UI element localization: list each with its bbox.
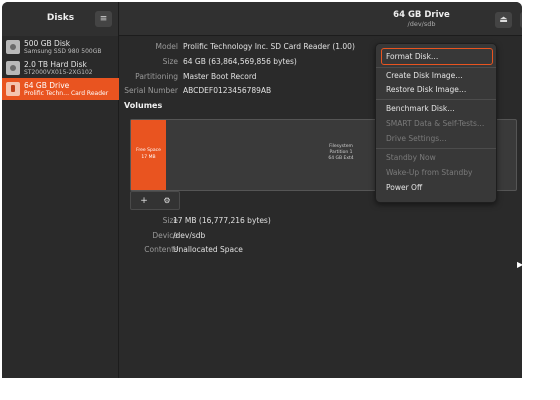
volume-size-value: 17 MB (16,777,216 bytes) xyxy=(173,216,271,225)
volume-size-label: Size xyxy=(162,216,178,225)
gears-icon[interactable]: ⚙ xyxy=(157,194,177,208)
menu-separator xyxy=(376,99,496,100)
free-space-title: Free Space xyxy=(136,148,161,153)
serial-value: ABCDEF0123456789AB xyxy=(183,86,272,95)
menu-item-benchmark-disk[interactable]: Benchmark Disk… xyxy=(386,104,455,113)
sidebar: 500 GB Disk Samsung SSD 980 500GB 2.0 TB… xyxy=(2,36,119,378)
sidebar-item-500gb-disk[interactable]: 500 GB Disk Samsung SSD 980 500GB xyxy=(2,36,119,58)
volumes-heading: Volumes xyxy=(124,101,163,110)
sidebar-item-sub: ST2000VX015-2XG102 xyxy=(24,69,93,76)
model-label: Model xyxy=(155,42,178,51)
sidebar-item-2tb-hard-disk[interactable]: 2.0 TB Hard Disk ST2000VX015-2XG102 xyxy=(2,57,119,79)
drive-menu: Format Disk… Create Disk Image… Restore … xyxy=(375,43,497,203)
sidebar-item-64gb-drive[interactable]: 64 GB Drive Prolific Techn… Card Reader xyxy=(2,78,119,100)
volume-device-label: Device xyxy=(152,231,178,240)
sd-card-icon xyxy=(6,82,20,96)
menu-separator xyxy=(376,148,496,149)
menu-item-restore-disk-image[interactable]: Restore Disk Image… xyxy=(386,85,466,94)
sidebar-item-name: 64 GB Drive xyxy=(24,81,70,90)
sidebar-item-sub: Samsung SSD 980 500GB xyxy=(24,48,102,55)
size-label: Size xyxy=(162,57,178,66)
menu-item-create-disk-image[interactable]: Create Disk Image… xyxy=(386,71,463,80)
partitioning-value: Master Boot Record xyxy=(183,72,257,81)
menu-separator xyxy=(376,67,496,68)
sidebar-header: Disks ≡ xyxy=(2,2,119,36)
eject-icon[interactable]: ⏏ xyxy=(495,12,512,28)
free-space-block[interactable]: Free Space 17 MB xyxy=(131,120,166,190)
disks-window: Disks ≡ 64 GB Drive /dev/sdb ⏏ ⏻ ⋮ – ▫ ✕… xyxy=(2,2,522,378)
volume-device-value: /dev/sdb xyxy=(173,231,206,240)
menu-item-drive-settings[interactable]: Drive Settings… xyxy=(386,134,447,143)
window-subtitle: /dev/sdb xyxy=(407,20,436,28)
drive-icon xyxy=(6,61,20,75)
menu-item-standby-now[interactable]: Standby Now xyxy=(386,153,436,162)
model-value: Prolific Technology Inc. SD Card Reader … xyxy=(183,42,355,51)
header-bar: 64 GB Drive /dev/sdb ⏏ ⏻ ⋮ – ▫ ✕ xyxy=(119,2,522,36)
menu-item-smart-data[interactable]: SMART Data & Self-Tests… xyxy=(386,119,484,128)
serial-label: Serial Number xyxy=(124,86,178,95)
menu-item-format-disk[interactable]: Format Disk… xyxy=(386,52,438,61)
menu-item-power-off[interactable]: Power Off xyxy=(386,183,422,192)
menu-item-wake-up[interactable]: Wake-Up from Standby xyxy=(386,168,472,177)
play-icon[interactable]: ▶ xyxy=(517,260,522,269)
drive-icon xyxy=(6,40,20,54)
add-partition-button[interactable]: + xyxy=(134,194,154,208)
volume-contents-label: Contents xyxy=(144,245,178,254)
size-value: 64 GB (63,864,569,856 bytes) xyxy=(183,57,297,66)
hamburger-icon[interactable]: ≡ xyxy=(95,11,112,27)
volume-toolbar: + ⚙ xyxy=(130,191,180,210)
power-icon[interactable]: ⏻ xyxy=(520,12,522,28)
sidebar-item-name: 500 GB Disk xyxy=(24,39,71,48)
sidebar-item-sub: Prolific Techn… Card Reader xyxy=(24,90,109,97)
volume-contents-value: Unallocated Space xyxy=(173,245,243,254)
sidebar-item-name: 2.0 TB Hard Disk xyxy=(24,60,87,69)
partitioning-label: Partitioning xyxy=(135,72,178,81)
free-space-size: 17 MB xyxy=(141,155,156,160)
window-title: 64 GB Drive xyxy=(393,10,450,20)
